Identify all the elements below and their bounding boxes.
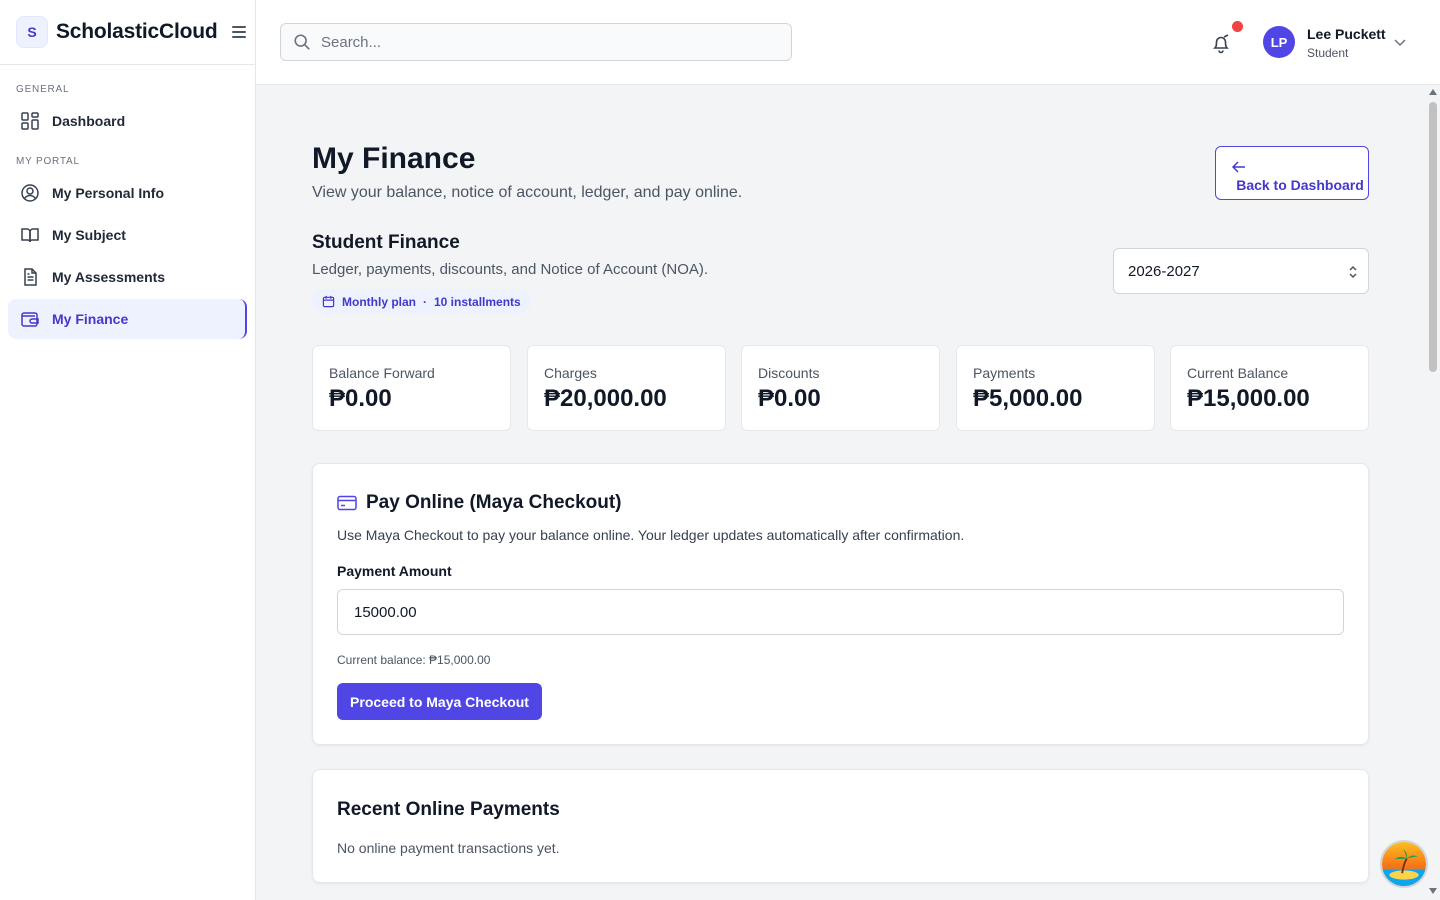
stat-label: Payments — [973, 365, 1036, 381]
sidebar-item-dashboard[interactable]: Dashboard — [8, 101, 247, 141]
sidebar-item-label: My Finance — [52, 311, 129, 327]
student-finance-subtitle: Ledger, payments, discounts, and Notice … — [312, 261, 709, 278]
current-balance-note: Current balance: ₱15,000.00 — [337, 653, 491, 667]
sidebar: S ScholasticCloud GENERAL Dashboard MY P… — [0, 0, 256, 900]
back-to-dashboard-button[interactable]: Back to Dashboard — [1215, 146, 1369, 200]
main-content: My Finance View your balance, notice of … — [256, 85, 1426, 900]
installments-label: 10 installments — [434, 294, 521, 309]
pay-online-title: Pay Online (Maya Checkout) — [366, 492, 622, 513]
sidebar-item-personal-info[interactable]: My Personal Info — [8, 173, 247, 213]
stat-label: Charges — [544, 365, 597, 381]
stat-label: Discounts — [758, 365, 820, 381]
page-subtitle: View your balance, notice of account, le… — [312, 184, 743, 201]
sidebar-item-label: My Subject — [52, 227, 126, 243]
school-year-select[interactable]: 2026-2027 — [1113, 248, 1369, 294]
document-icon — [24, 268, 37, 286]
search-icon — [294, 34, 310, 50]
notification-dot — [1232, 21, 1243, 32]
scroll-up-arrow[interactable] — [1429, 89, 1437, 95]
recent-payments-card: Recent Online Payments No online payment… — [312, 769, 1369, 883]
top-header: LP Lee Puckett Student — [256, 0, 1440, 85]
stat-value: ₱15,000.00 — [1187, 385, 1310, 412]
search-box[interactable] — [280, 23, 792, 61]
pay-online-card: Pay Online (Maya Checkout) Use Maya Chec… — [312, 463, 1369, 745]
book-open-icon — [21, 228, 39, 243]
chevron-up-down-icon — [1349, 265, 1357, 279]
proceed-to-maya-checkout-button[interactable]: Proceed to Maya Checkout — [337, 683, 542, 720]
pay-online-description: Use Maya Checkout to pay your balance on… — [337, 527, 965, 543]
page-title: My Finance — [312, 142, 476, 175]
payment-amount-label: Payment Amount — [337, 563, 452, 579]
plan-label: Monthly plan — [342, 294, 416, 309]
scroll-down-arrow[interactable] — [1429, 888, 1437, 894]
sidebar-item-subject[interactable]: My Subject — [8, 215, 247, 255]
stat-value: ₱0.00 — [758, 385, 821, 412]
chevron-down-icon[interactable] — [1393, 36, 1407, 48]
stat-label: Balance Forward — [329, 365, 435, 381]
stat-value: ₱20,000.00 — [544, 385, 667, 412]
avatar[interactable]: LP — [1263, 26, 1295, 58]
plan-separator: · — [423, 294, 427, 309]
brand-bar: S ScholasticCloud — [0, 0, 255, 65]
brand-name[interactable]: ScholasticCloud — [56, 20, 218, 44]
section-label-general: GENERAL — [16, 84, 70, 95]
sidebar-item-finance[interactable]: My Finance — [8, 299, 247, 339]
stat-card-balance-forward: Balance Forward ₱0.00 — [312, 345, 511, 431]
stat-card-discounts: Discounts ₱0.00 — [741, 345, 940, 431]
user-circle-icon — [21, 184, 39, 202]
user-role: Student — [1307, 46, 1349, 60]
sidebar-item-label: My Assessments — [52, 269, 166, 285]
beach-island-icon — [1382, 842, 1426, 886]
stat-label: Current Balance — [1187, 365, 1289, 381]
back-button-label: Back to Dashboard — [1236, 177, 1364, 193]
credit-card-icon — [337, 495, 357, 511]
section-label-my-portal: MY PORTAL — [16, 156, 80, 167]
recent-payments-title: Recent Online Payments — [337, 799, 560, 820]
bell-icon[interactable] — [1210, 32, 1232, 54]
sidebar-item-label: My Personal Info — [52, 185, 165, 201]
school-year-value: 2026-2027 — [1128, 262, 1200, 280]
payment-amount-input[interactable] — [337, 589, 1344, 635]
recent-payments-empty: No online payment transactions yet. — [337, 840, 560, 856]
calendar-icon — [322, 295, 335, 308]
stat-value: ₱5,000.00 — [973, 385, 1083, 412]
page-scrollbar[interactable] — [1426, 85, 1440, 900]
grid-icon — [21, 112, 39, 130]
stat-value: ₱0.00 — [329, 385, 392, 412]
search-input[interactable] — [321, 33, 781, 51]
menu-icon[interactable] — [231, 26, 246, 38]
sidebar-item-label: Dashboard — [52, 113, 126, 129]
scrollbar-thumb[interactable] — [1429, 102, 1437, 372]
student-finance-title: Student Finance — [312, 232, 460, 253]
user-name[interactable]: Lee Puckett — [1307, 26, 1386, 42]
stat-card-charges: Charges ₱20,000.00 — [527, 345, 726, 431]
brand-logo[interactable]: S — [16, 16, 48, 48]
assistant-fab[interactable] — [1380, 840, 1428, 888]
stat-card-payments: Payments ₱5,000.00 — [956, 345, 1155, 431]
plan-badge: Monthly plan · 10 installments — [312, 289, 531, 314]
wallet-icon — [21, 312, 39, 327]
sidebar-item-assessments[interactable]: My Assessments — [8, 257, 247, 297]
stat-card-current-balance: Current Balance ₱15,000.00 — [1170, 345, 1369, 431]
arrow-left-icon — [1232, 161, 1245, 173]
pay-online-header: Pay Online (Maya Checkout) — [337, 492, 622, 514]
